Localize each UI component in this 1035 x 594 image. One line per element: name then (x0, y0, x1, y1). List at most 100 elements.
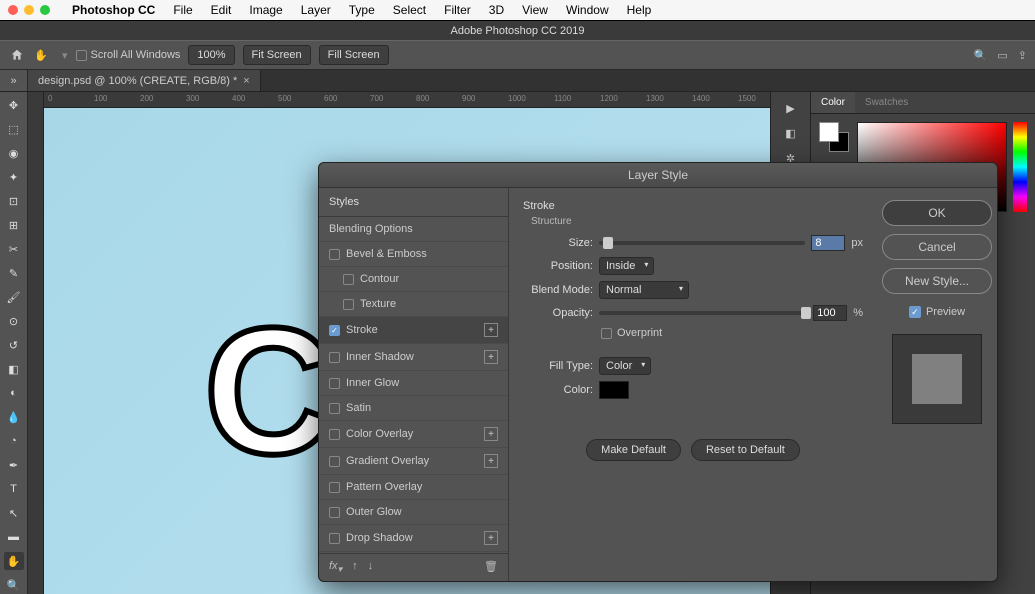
menu-select[interactable]: Select (387, 3, 432, 17)
move-tool-icon[interactable]: ✥ (4, 96, 24, 114)
type-tool-icon[interactable]: T (4, 480, 24, 498)
new-style-button[interactable]: New Style... (882, 268, 992, 294)
app-name[interactable]: Photoshop CC (66, 3, 161, 17)
style-row-bevel-emboss[interactable]: Bevel & Emboss (319, 242, 508, 267)
style-row-stroke[interactable]: ✓Stroke+ (319, 317, 508, 344)
preview-checkbox[interactable]: ✓Preview (909, 306, 965, 318)
fit-screen-button[interactable]: Fit Screen (243, 45, 311, 65)
history-brush-icon[interactable]: ↺ (4, 336, 24, 354)
menu-3d[interactable]: 3D (483, 3, 510, 17)
style-checkbox[interactable]: ✓ (329, 325, 340, 336)
style-checkbox[interactable] (329, 249, 340, 260)
style-checkbox[interactable] (329, 533, 340, 544)
stamp-tool-icon[interactable]: ⊙ (4, 312, 24, 330)
make-default-button[interactable]: Make Default (586, 439, 681, 461)
style-checkbox[interactable] (329, 482, 340, 493)
style-checkbox[interactable] (329, 429, 340, 440)
menu-image[interactable]: Image (243, 3, 288, 17)
menu-filter[interactable]: Filter (438, 3, 477, 17)
style-row-contour[interactable]: Contour (319, 267, 508, 292)
menu-file[interactable]: File (167, 3, 198, 17)
blur-tool-icon[interactable]: 💧 (4, 408, 24, 426)
style-row-drop-shadow[interactable]: Drop Shadow+ (319, 525, 508, 552)
opacity-input[interactable]: 100 (813, 305, 847, 321)
style-row-pattern-overlay[interactable]: Pattern Overlay (319, 475, 508, 500)
minimize-window-dot[interactable] (24, 5, 34, 15)
fx-icon[interactable]: fx▾ (329, 560, 342, 575)
maximize-window-dot[interactable] (40, 5, 50, 15)
frame-tool-icon[interactable]: ⊞ (4, 216, 24, 234)
crop-tool-icon[interactable]: ⊡ (4, 192, 24, 210)
zoom-tool-icon[interactable]: 🔍 (4, 576, 24, 594)
gradient-tool-icon[interactable]: ◐ (4, 384, 24, 402)
search-icon[interactable]: 🔍 (974, 49, 988, 62)
blending-options-row[interactable]: Blending Options (319, 217, 508, 242)
down-icon[interactable]: ↓ (368, 560, 374, 575)
style-row-inner-glow[interactable]: Inner Glow (319, 371, 508, 396)
size-slider[interactable] (599, 241, 805, 245)
share-icon[interactable]: ⇪ (1018, 49, 1027, 62)
filltype-select[interactable]: Color (599, 357, 651, 375)
position-select[interactable]: Inside (599, 257, 654, 275)
style-checkbox[interactable] (329, 507, 340, 518)
close-window-dot[interactable] (8, 5, 18, 15)
menu-type[interactable]: Type (343, 3, 381, 17)
healing-tool-icon[interactable]: ✎ (4, 264, 24, 282)
cancel-button[interactable]: Cancel (882, 234, 992, 260)
hand-tool-icon[interactable]: ✋ (4, 552, 24, 570)
tab-overflow-icon[interactable]: » (0, 70, 28, 91)
eyedropper-tool-icon[interactable]: ✂ (4, 240, 24, 258)
reset-default-button[interactable]: Reset to Default (691, 439, 800, 461)
fill-screen-button[interactable]: Fill Screen (319, 45, 389, 65)
trash-icon[interactable]: 🗑 (484, 560, 498, 575)
style-checkbox[interactable] (329, 378, 340, 389)
marquee-tool-icon[interactable]: ⬚ (4, 120, 24, 138)
shape-tool-icon[interactable]: ▬ (4, 528, 24, 546)
style-row-outer-glow[interactable]: Outer Glow (319, 500, 508, 525)
style-row-texture[interactable]: Texture (319, 292, 508, 317)
overprint-checkbox[interactable]: Overprint (601, 327, 863, 339)
menu-layer[interactable]: Layer (295, 3, 337, 17)
style-row-inner-shadow[interactable]: Inner Shadow+ (319, 344, 508, 371)
style-row-gradient-overlay[interactable]: Gradient Overlay+ (319, 448, 508, 475)
add-effect-icon[interactable]: + (484, 427, 498, 441)
style-checkbox[interactable] (329, 403, 340, 414)
style-checkbox[interactable] (343, 299, 354, 310)
dodge-tool-icon[interactable]: ◔ (4, 432, 24, 450)
ok-button[interactable]: OK (882, 200, 992, 226)
history-icon[interactable]: ◧ (785, 127, 795, 140)
scroll-all-checkbox[interactable]: Scroll All Windows (76, 49, 181, 61)
blend-mode-select[interactable]: Normal (599, 281, 689, 299)
add-effect-icon[interactable]: + (484, 454, 498, 468)
tab-color[interactable]: Color (811, 92, 855, 113)
fg-bg-swatch[interactable] (819, 122, 851, 154)
close-tab-icon[interactable]: × (243, 75, 249, 87)
hand-tool-icon[interactable]: ✋ (34, 49, 54, 62)
path-tool-icon[interactable]: ↖ (4, 504, 24, 522)
pen-tool-icon[interactable]: ✒ (4, 456, 24, 474)
wand-tool-icon[interactable]: ✦ (4, 168, 24, 186)
color-swatch[interactable] (599, 381, 629, 399)
style-checkbox[interactable] (343, 274, 354, 285)
play-icon[interactable]: ▶ (786, 102, 794, 115)
style-row-color-overlay[interactable]: Color Overlay+ (319, 421, 508, 448)
menu-edit[interactable]: Edit (205, 3, 238, 17)
workspace-icon[interactable]: ▭ (997, 49, 1007, 62)
home-icon[interactable] (8, 46, 26, 64)
menu-help[interactable]: Help (621, 3, 658, 17)
size-input[interactable]: 8 (811, 235, 845, 251)
up-icon[interactable]: ↑ (352, 560, 358, 575)
menu-view[interactable]: View (516, 3, 554, 17)
style-checkbox[interactable] (329, 456, 340, 467)
add-effect-icon[interactable]: + (484, 531, 498, 545)
opacity-slider[interactable] (599, 311, 807, 315)
tab-swatches[interactable]: Swatches (855, 92, 918, 113)
menu-window[interactable]: Window (560, 3, 615, 17)
add-effect-icon[interactable]: + (484, 323, 498, 337)
foreground-color[interactable] (819, 122, 839, 142)
document-tab[interactable]: design.psd @ 100% (CREATE, RGB/8) * × (28, 70, 261, 91)
brush-tool-icon[interactable]: 🖌 (4, 288, 24, 306)
eraser-tool-icon[interactable]: ◧ (4, 360, 24, 378)
hue-slider[interactable] (1013, 122, 1027, 212)
lasso-tool-icon[interactable]: ◉ (4, 144, 24, 162)
